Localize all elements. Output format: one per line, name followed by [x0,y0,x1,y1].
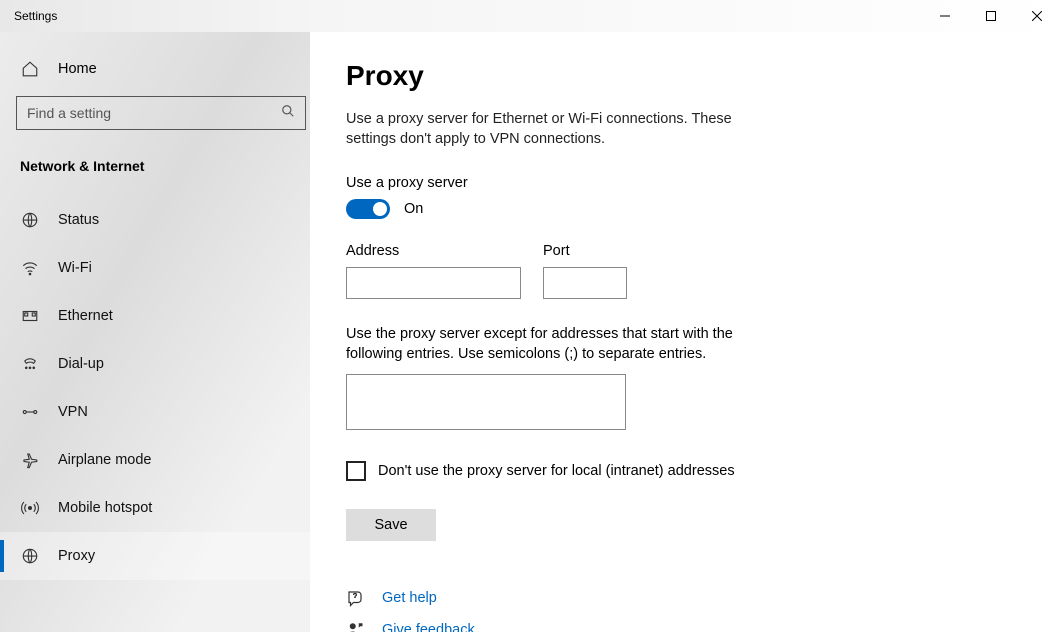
help-icon [346,589,364,607]
address-input[interactable] [346,267,521,299]
minimize-icon [940,11,950,21]
sidebar-section-title: Network & Internet [0,130,310,188]
sidebar-item-label: Airplane mode [58,452,152,468]
sidebar-item-label: Mobile hotspot [58,500,152,516]
feedback-icon [346,621,364,632]
ethernet-icon [20,307,40,325]
exceptions-description: Use the proxy server except for addresse… [346,325,776,364]
titlebar: Settings [0,0,1060,32]
get-help-link[interactable]: Get help [382,590,437,606]
maximize-button[interactable] [968,0,1014,32]
local-checkbox-label: Don't use the proxy server for local (in… [378,463,735,479]
address-port-row: Address Port [346,243,1020,299]
status-icon [20,211,40,229]
sidebar-item-label: Dial-up [58,356,104,372]
save-button[interactable]: Save [346,509,436,541]
sidebar-item-label: Proxy [58,548,95,564]
sidebar: Home Network & Internet Status [0,32,310,632]
wifi-icon [20,259,40,277]
page-description: Use a proxy server for Ethernet or Wi-Fi… [346,110,766,149]
give-feedback-link[interactable]: Give feedback [382,622,475,632]
toggle-state-label: On [404,201,423,217]
sidebar-item-label: Status [58,212,99,228]
home-nav[interactable]: Home [0,52,310,86]
page-title: Proxy [346,60,1020,92]
home-label: Home [58,61,97,77]
exceptions-input[interactable] [346,374,626,430]
sidebar-item-wifi[interactable]: Wi-Fi [0,244,310,292]
search-icon [281,104,295,123]
get-help-row: Get help [346,589,1020,607]
sidebar-item-vpn[interactable]: VPN [0,388,310,436]
use-proxy-label: Use a proxy server [346,175,1020,191]
port-input[interactable] [543,267,627,299]
minimize-button[interactable] [922,0,968,32]
nav-list: Status Wi-Fi Ethernet Dial-up [0,196,310,580]
address-column: Address [346,243,521,299]
main-panel: Proxy Use a proxy server for Ethernet or… [310,32,1060,632]
maximize-icon [986,11,996,21]
close-button[interactable] [1014,0,1060,32]
sidebar-item-proxy[interactable]: Proxy [0,532,310,580]
port-label: Port [543,243,627,259]
search-container [0,86,310,130]
close-icon [1032,11,1042,21]
home-icon [20,60,40,78]
window-title: Settings [0,9,57,23]
window-controls [922,0,1060,32]
search-input[interactable] [27,105,281,121]
use-proxy-toggle[interactable] [346,199,390,219]
local-checkbox-row: Don't use the proxy server for local (in… [346,461,1020,481]
sidebar-item-status[interactable]: Status [0,196,310,244]
address-label: Address [346,243,521,259]
give-feedback-row: Give feedback [346,621,1020,632]
content-area: Home Network & Internet Status [0,32,1060,632]
sidebar-item-ethernet[interactable]: Ethernet [0,292,310,340]
sidebar-item-label: Wi-Fi [58,260,92,276]
use-proxy-toggle-row: On [346,199,1020,219]
airplane-icon [20,451,40,469]
vpn-icon [20,403,40,421]
local-addresses-checkbox[interactable] [346,461,366,481]
sidebar-item-dialup[interactable]: Dial-up [0,340,310,388]
sidebar-item-label: Ethernet [58,308,113,324]
port-column: Port [543,243,627,299]
sidebar-item-airplane[interactable]: Airplane mode [0,436,310,484]
search-box[interactable] [16,96,306,130]
sidebar-item-label: VPN [58,404,88,420]
sidebar-item-hotspot[interactable]: Mobile hotspot [0,484,310,532]
dialup-icon [20,355,40,373]
hotspot-icon [20,499,40,517]
proxy-icon [20,547,40,565]
